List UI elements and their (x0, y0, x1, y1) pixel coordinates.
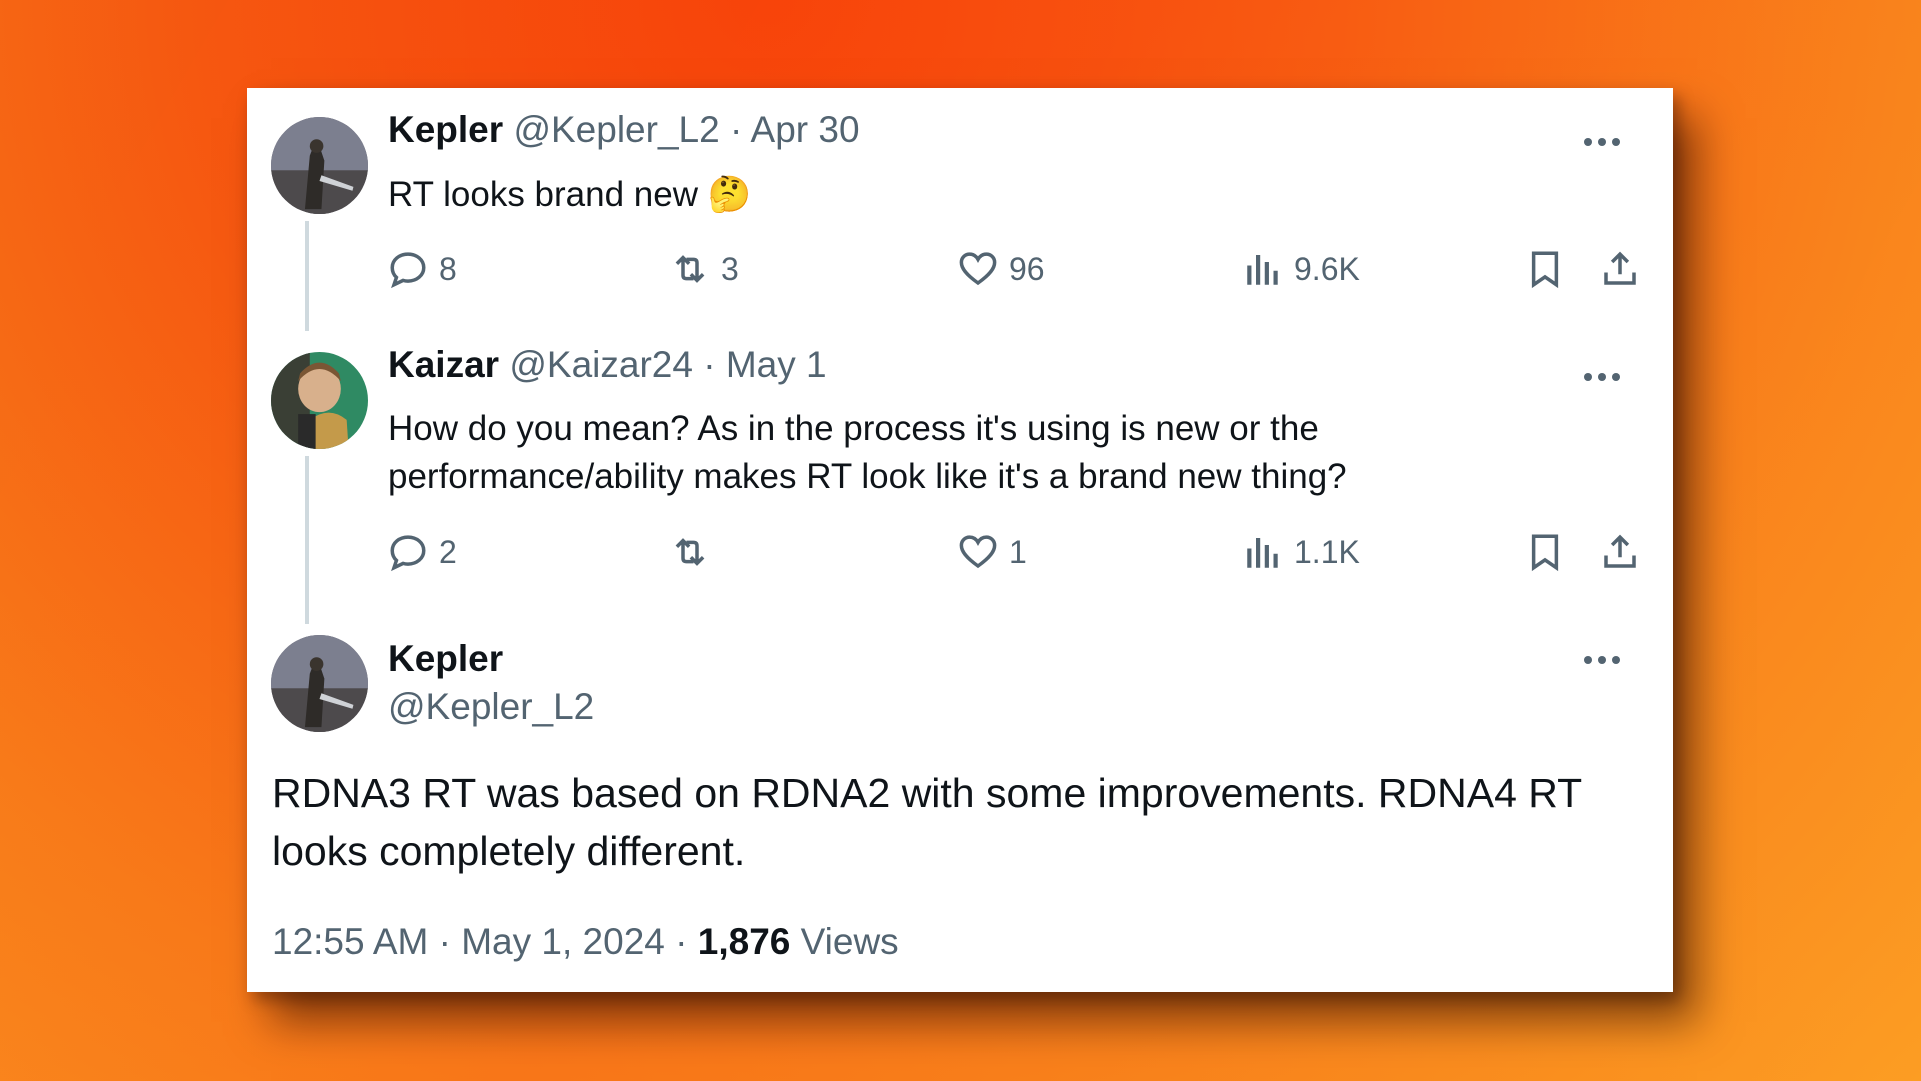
tweet-date[interactable]: May 1 (726, 344, 827, 385)
like-count: 1 (1009, 533, 1027, 570)
retweet-icon (675, 255, 705, 283)
avatar-image (271, 352, 368, 449)
separator: · (675, 921, 688, 962)
separator: · (729, 109, 743, 150)
tweet-date[interactable]: Apr 30 (751, 109, 860, 150)
tweet-time[interactable]: 12:55 AM (272, 921, 428, 962)
views-chart-icon (1247, 255, 1278, 285)
reply-count: 8 (439, 250, 457, 287)
avatar-kepler[interactable] (271, 635, 368, 732)
more-dots-icon[interactable] (1583, 137, 1621, 147)
author-name[interactable]: Kepler (388, 109, 503, 150)
bookmark-icon[interactable] (1524, 248, 1566, 290)
like-count: 96 (1009, 250, 1045, 287)
reply-button[interactable]: 8 (387, 248, 457, 290)
separator: · (438, 921, 451, 962)
bookmark-icon[interactable] (1524, 531, 1566, 573)
heart-icon (959, 535, 997, 569)
avatar-kepler[interactable] (271, 117, 368, 214)
like-button[interactable]: 1 (957, 531, 1027, 573)
like-button[interactable]: 96 (957, 248, 1045, 290)
author-name[interactable]: Kepler (388, 638, 503, 680)
tweet-text: RT looks brand new 🤔 (388, 175, 752, 214)
tweet-header: Kaizar @Kaizar24 · May 1 (388, 337, 827, 393)
share-icon[interactable] (1599, 531, 1641, 573)
reply-button[interactable]: 2 (387, 531, 457, 573)
heart-icon (959, 252, 997, 286)
separator: · (703, 344, 716, 385)
retweet-button[interactable] (669, 531, 721, 573)
reply-count: 2 (439, 533, 457, 570)
main-tweet-text-line: looks completely different. (272, 828, 746, 874)
main-tweet-text-line: RDNA3 RT was based on RDNA2 with some im… (272, 770, 1583, 816)
tweet-actions: 2 1 1.1K (247, 531, 1673, 581)
author-name[interactable]: Kaizar (388, 344, 499, 385)
author-handle[interactable]: @Kaizar24 (509, 344, 693, 385)
views-count: 1.1K (1294, 533, 1360, 570)
reply-icon (390, 535, 426, 572)
tweet-text-line: How do you mean? As in the process it's … (388, 409, 1319, 448)
author-handle[interactable]: @Kepler_L2 (513, 109, 719, 150)
avatar-kaizar[interactable] (271, 352, 368, 449)
retweet-count: 3 (721, 250, 739, 287)
views-chart-icon (1247, 538, 1278, 568)
more-dots-icon[interactable] (1583, 372, 1621, 382)
tweet-actions: 8 3 96 9.6K (247, 248, 1673, 298)
share-icon[interactable] (1599, 248, 1641, 290)
views-button[interactable]: 1.1K (1242, 531, 1360, 573)
views-label: Views (800, 921, 899, 962)
tweet-text-line: performance/ability makes RT look like i… (388, 457, 1347, 496)
views-count: 1,876 (697, 921, 791, 962)
avatar-image (271, 635, 368, 732)
views-count: 9.6K (1294, 250, 1360, 287)
main-tweet-text: RDNA3 RT was based on RDNA2 with some im… (272, 764, 1652, 880)
tweet-text: How do you mean? As in the process it's … (388, 405, 1347, 501)
avatar-image (271, 117, 368, 214)
tweet-date[interactable]: May 1, 2024 (461, 921, 665, 962)
author-handle[interactable]: @Kepler_L2 (388, 686, 594, 728)
reply-icon (390, 252, 426, 289)
retweet-icon (675, 538, 705, 566)
tweet-header: Kepler @Kepler_L2 · Apr 30 (388, 102, 860, 158)
views-button[interactable]: 9.6K (1242, 248, 1360, 290)
tweet-meta: 12:55 AM · May 1, 2024 · 1,876 Views (272, 921, 899, 963)
more-dots-icon[interactable] (1583, 655, 1621, 665)
tweet-thread-card: Kepler @Kepler_L2 · Apr 30 RT looks bran… (247, 88, 1673, 992)
retweet-button[interactable]: 3 (669, 248, 739, 290)
